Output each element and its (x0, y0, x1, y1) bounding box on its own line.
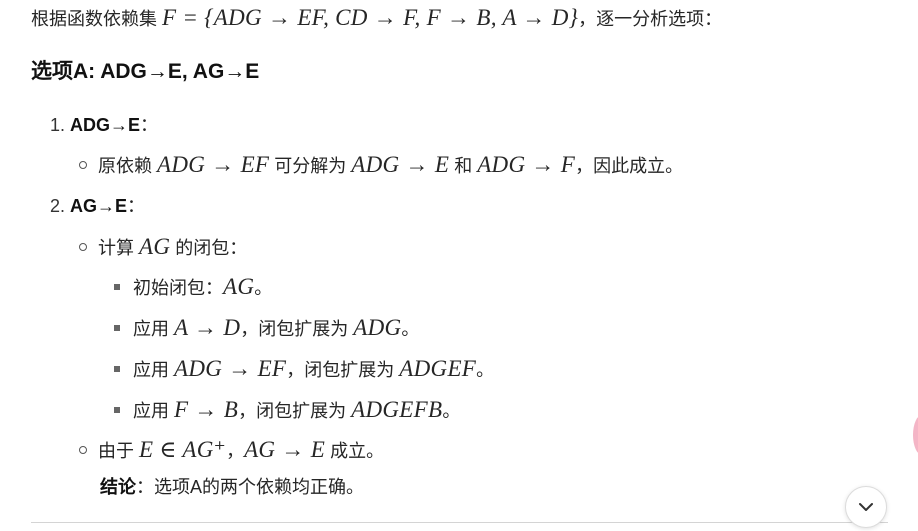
math-expr: ADG → EF (174, 356, 287, 381)
math-expr: AG → E (244, 437, 326, 462)
sub-text: 由于 (98, 441, 134, 461)
divider (31, 522, 888, 523)
step-text: 应用 (133, 319, 169, 339)
sub-text: 的闭包： (175, 238, 248, 258)
section-title: 选项A: ADG→E, AG→E (31, 60, 260, 83)
step-text: 。 (442, 401, 461, 421)
step-text: ，闭包扩展为 (238, 401, 347, 421)
step-text: ，闭包扩展为 (240, 319, 349, 339)
closure-step-2: 应用 A → D ，闭包扩展为 ADG 。 (114, 316, 419, 339)
chevron-down-icon (859, 503, 873, 511)
math-expr: ADG (353, 315, 402, 340)
math-expr: A → D (174, 315, 241, 340)
conclusion-text: ：选项A的两个依赖均正确。 (136, 477, 365, 497)
intro-text-before: 根据函数依赖集 (31, 9, 157, 29)
item-label: ADG→E (70, 115, 141, 135)
math-expr: ADGEFB (351, 397, 443, 422)
closure-step-1: 初始闭包： AG 。 (114, 275, 272, 298)
floating-assistant-icon[interactable] (913, 415, 918, 455)
item-label: AG→E (70, 196, 128, 216)
circle-bullet-icon (79, 446, 87, 454)
circle-bullet-icon (79, 243, 87, 251)
conclusion: 结论 ：选项A的两个依赖均正确。 (100, 478, 364, 496)
sub-text: ，因此成立。 (575, 156, 684, 176)
step-text: 。 (254, 278, 273, 298)
step-text: 。 (401, 319, 420, 339)
step-text: ，闭包扩展为 (286, 360, 395, 380)
list-number: 2. (49, 196, 65, 216)
step-text: 。 (476, 360, 495, 380)
square-bullet-icon (114, 407, 120, 413)
math-expr: ADG → EF (157, 152, 270, 177)
item-colon: ： (127, 196, 146, 216)
closure-step-3: 应用 ADG → EF ，闭包扩展为 ADGEF 。 (114, 357, 494, 380)
square-bullet-icon (114, 366, 120, 372)
scroll-to-bottom-button[interactable] (845, 486, 887, 528)
sub-item-since: 由于 E ∈ AG⁺ ， AG → E 成立。 (79, 438, 384, 461)
list-item-2: 2. AG→E ： (33, 197, 145, 215)
math-expr: ADG → E (351, 152, 450, 177)
conclusion-label: 结论 (100, 477, 136, 497)
intro-line: 根据函数依赖集 F = {ADG → EF, CD → F, F → B, A … (31, 6, 722, 29)
step-text: 应用 (133, 401, 169, 421)
sub-item-decomposition: 原依赖 ADG → EF 可分解为 ADG → E 和 ADG → F ，因此成… (79, 153, 683, 176)
sub-text: 原依赖 (98, 156, 152, 176)
step-text: 初始闭包： (133, 278, 223, 298)
sub-text: 计算 (98, 238, 134, 258)
math-expr: F → B (174, 397, 239, 422)
math-expr: AG (139, 234, 171, 259)
list-number: 1. (49, 115, 65, 135)
sub-text: 和 (454, 156, 473, 176)
item-colon: ： (140, 115, 159, 135)
sub-item-closure: 计算 AG 的闭包： (79, 235, 247, 258)
closure-step-4: 应用 F → B ，闭包扩展为 ADGEFB 。 (114, 398, 460, 421)
sub-text: 可分解为 (274, 156, 347, 176)
intro-text-after: ，逐一分析选项： (578, 9, 723, 29)
square-bullet-icon (114, 284, 120, 290)
square-bullet-icon (114, 325, 120, 331)
circle-bullet-icon (79, 161, 87, 169)
intro-formula: F = {ADG → EF, CD → F, F → B, A → D} (162, 5, 579, 30)
sub-text: 成立。 (330, 441, 385, 461)
math-expr: ADG → F (477, 152, 576, 177)
math-expr: E ∈ AG⁺ (139, 437, 227, 462)
sub-text: ， (226, 441, 245, 461)
list-item-1: 1. ADG→E ： (33, 116, 158, 134)
step-text: 应用 (133, 360, 169, 380)
math-expr: ADGEF (399, 356, 477, 381)
math-expr: AG (223, 274, 255, 299)
